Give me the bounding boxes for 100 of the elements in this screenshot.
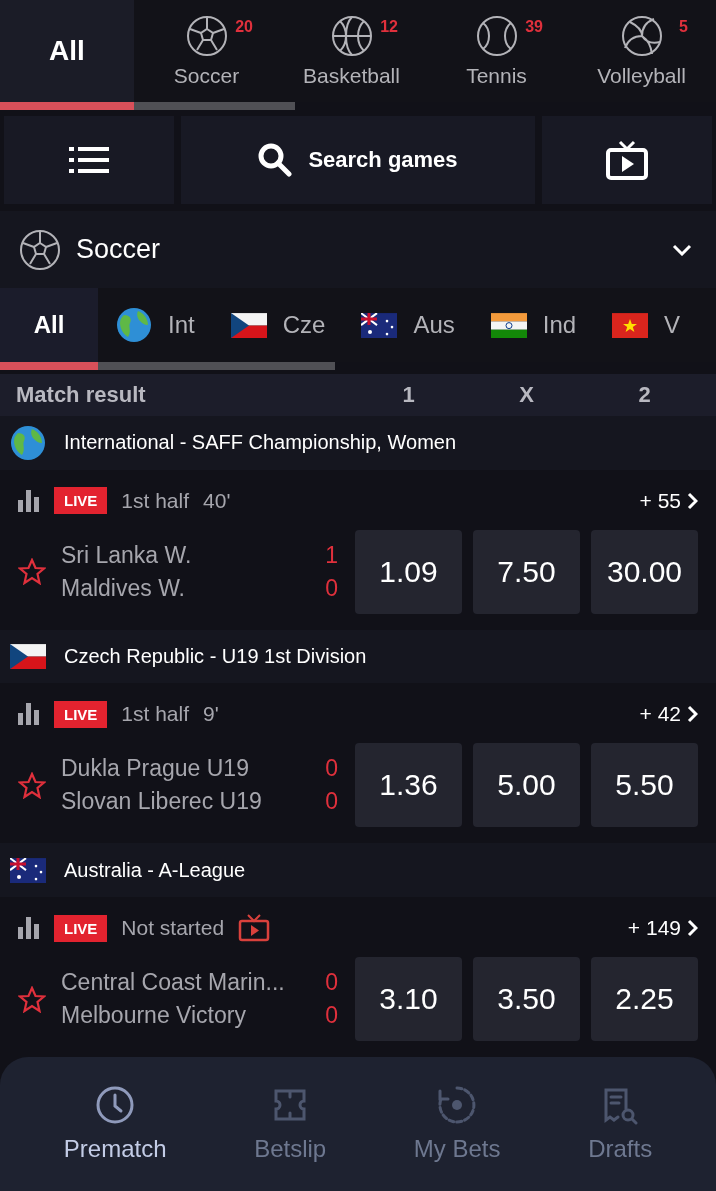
sport-tab[interactable]: Soccer 20 xyxy=(134,0,279,102)
country-tab-label: Cze xyxy=(282,311,326,340)
stats-icon xyxy=(18,917,40,939)
column-heading: 1 xyxy=(401,382,416,409)
history-icon xyxy=(437,1085,478,1125)
sport-title: Soccer xyxy=(76,234,162,266)
favorite-star-icon[interactable] xyxy=(18,771,46,799)
flag-icon xyxy=(361,312,398,339)
sport-tab[interactable]: Basketball 12 xyxy=(279,0,424,102)
clock-icon xyxy=(95,1085,136,1125)
odds-button[interactable]: 5.50 xyxy=(591,743,698,828)
volleyball-icon xyxy=(619,13,664,58)
sport-tab-label: All xyxy=(49,34,85,67)
match-minute: 40' xyxy=(203,488,231,513)
country-tab-label: Ind xyxy=(542,311,577,340)
sport-tab-label: Soccer xyxy=(173,63,240,88)
flag-icon xyxy=(490,312,527,339)
country-tab[interactable]: Aus xyxy=(343,288,473,363)
country-tab-label: All xyxy=(33,311,65,340)
globe-icon xyxy=(116,307,152,344)
country-tab-label: Int xyxy=(168,311,195,340)
more-markets-link[interactable]: + 42 xyxy=(639,702,698,727)
soccer-ball-icon xyxy=(18,227,62,272)
odds-button[interactable]: 3.10 xyxy=(355,957,462,1041)
flag-icon xyxy=(230,312,267,339)
nav-item[interactable]: My Bets xyxy=(413,1085,501,1163)
tv-button[interactable] xyxy=(542,115,712,204)
sport-tab-label: Basketball xyxy=(303,63,400,88)
event-count: 5 xyxy=(679,18,688,36)
search-icon xyxy=(258,142,293,177)
team-name: Maldives W. xyxy=(61,574,185,602)
nav-item[interactable]: Prematch xyxy=(63,1085,167,1163)
country-tab[interactable]: All xyxy=(0,288,98,363)
odds-button[interactable]: 1.09 xyxy=(355,529,462,614)
event-count: 12 xyxy=(380,18,398,36)
team-name: Sri Lanka W. xyxy=(61,541,192,569)
team-name: Slovan Liberec U19 xyxy=(61,788,262,816)
flag-icon xyxy=(612,312,649,339)
country-tab[interactable]: Int xyxy=(98,288,213,363)
search-button[interactable]: Search games xyxy=(181,115,535,204)
match-status: 1st half xyxy=(121,702,190,727)
team-score: 0 xyxy=(325,755,339,783)
team-score: 0 xyxy=(325,969,339,996)
flag-icon xyxy=(10,643,46,670)
globe-icon xyxy=(10,424,46,461)
live-badge: LIVE xyxy=(54,700,108,728)
odds-button[interactable]: 1.36 xyxy=(355,743,462,828)
column-heading: 2 xyxy=(637,382,652,409)
basketball-icon xyxy=(329,13,374,58)
sport-tab-label: Volleyball xyxy=(597,63,686,88)
chevron-right-icon xyxy=(687,919,698,937)
odds-button[interactable]: 5.00 xyxy=(473,743,580,828)
team-score: 1 xyxy=(325,541,339,569)
nav-item[interactable]: Drafts xyxy=(588,1085,653,1163)
stats-icon xyxy=(18,489,40,512)
tv-icon xyxy=(238,914,271,942)
sport-tab[interactable]: Tennis 39 xyxy=(424,0,569,102)
tv-icon xyxy=(606,139,648,180)
tennis-ball-icon xyxy=(474,13,519,58)
country-tab-label: V xyxy=(664,311,681,340)
odds-button[interactable]: 30.00 xyxy=(591,529,698,614)
league-title: Australia - A-League xyxy=(64,858,246,882)
column-heading: X xyxy=(518,382,535,409)
match-status: 1st half xyxy=(121,488,190,513)
flag-icon xyxy=(10,857,46,883)
sport-tab[interactable]: Volleyball 5 xyxy=(569,0,714,102)
more-markets-link[interactable]: + 149 xyxy=(627,916,698,940)
match-minute: 9' xyxy=(203,702,219,727)
team-score: 0 xyxy=(325,788,339,816)
country-tab[interactable]: Cze xyxy=(212,288,344,363)
league-title: International - SAFF Championship, Women xyxy=(64,431,457,455)
menu-button[interactable] xyxy=(4,115,174,204)
odds-button[interactable]: 2.25 xyxy=(591,957,698,1041)
stats-icon xyxy=(18,703,40,726)
nav-item[interactable]: Betslip xyxy=(254,1085,327,1163)
chevron-right-icon xyxy=(687,491,698,510)
market-title: Match result xyxy=(16,382,147,409)
live-badge: LIVE xyxy=(54,914,108,942)
more-markets-link[interactable]: + 55 xyxy=(639,488,698,513)
list-icon xyxy=(69,146,109,173)
team-name: Melbourne Victory xyxy=(61,1002,246,1029)
team-score: 0 xyxy=(325,1002,339,1029)
odds-button[interactable]: 7.50 xyxy=(473,529,580,614)
match-status: Not started xyxy=(121,916,225,940)
country-tab[interactable]: Ind xyxy=(472,288,595,363)
favorite-star-icon[interactable] xyxy=(18,985,46,1013)
country-tab[interactable]: V xyxy=(594,288,699,363)
team-name: Dukla Prague U19 xyxy=(61,755,249,783)
favorite-star-icon[interactable] xyxy=(18,558,46,586)
sport-tab[interactable]: All xyxy=(0,0,134,102)
event-count: 39 xyxy=(525,18,543,36)
sport-header[interactable]: Soccer xyxy=(0,210,716,289)
sport-tab-label: Tennis xyxy=(466,63,527,88)
league-title: Czech Republic - U19 1st Division xyxy=(64,645,367,669)
soccer-ball-icon xyxy=(184,13,229,58)
live-badge: LIVE xyxy=(54,487,108,515)
odds-button[interactable]: 3.50 xyxy=(473,957,580,1041)
team-name: Central Coast Marin... xyxy=(61,969,285,996)
country-tab-label: Aus xyxy=(413,311,455,340)
chevron-right-icon xyxy=(687,705,698,724)
